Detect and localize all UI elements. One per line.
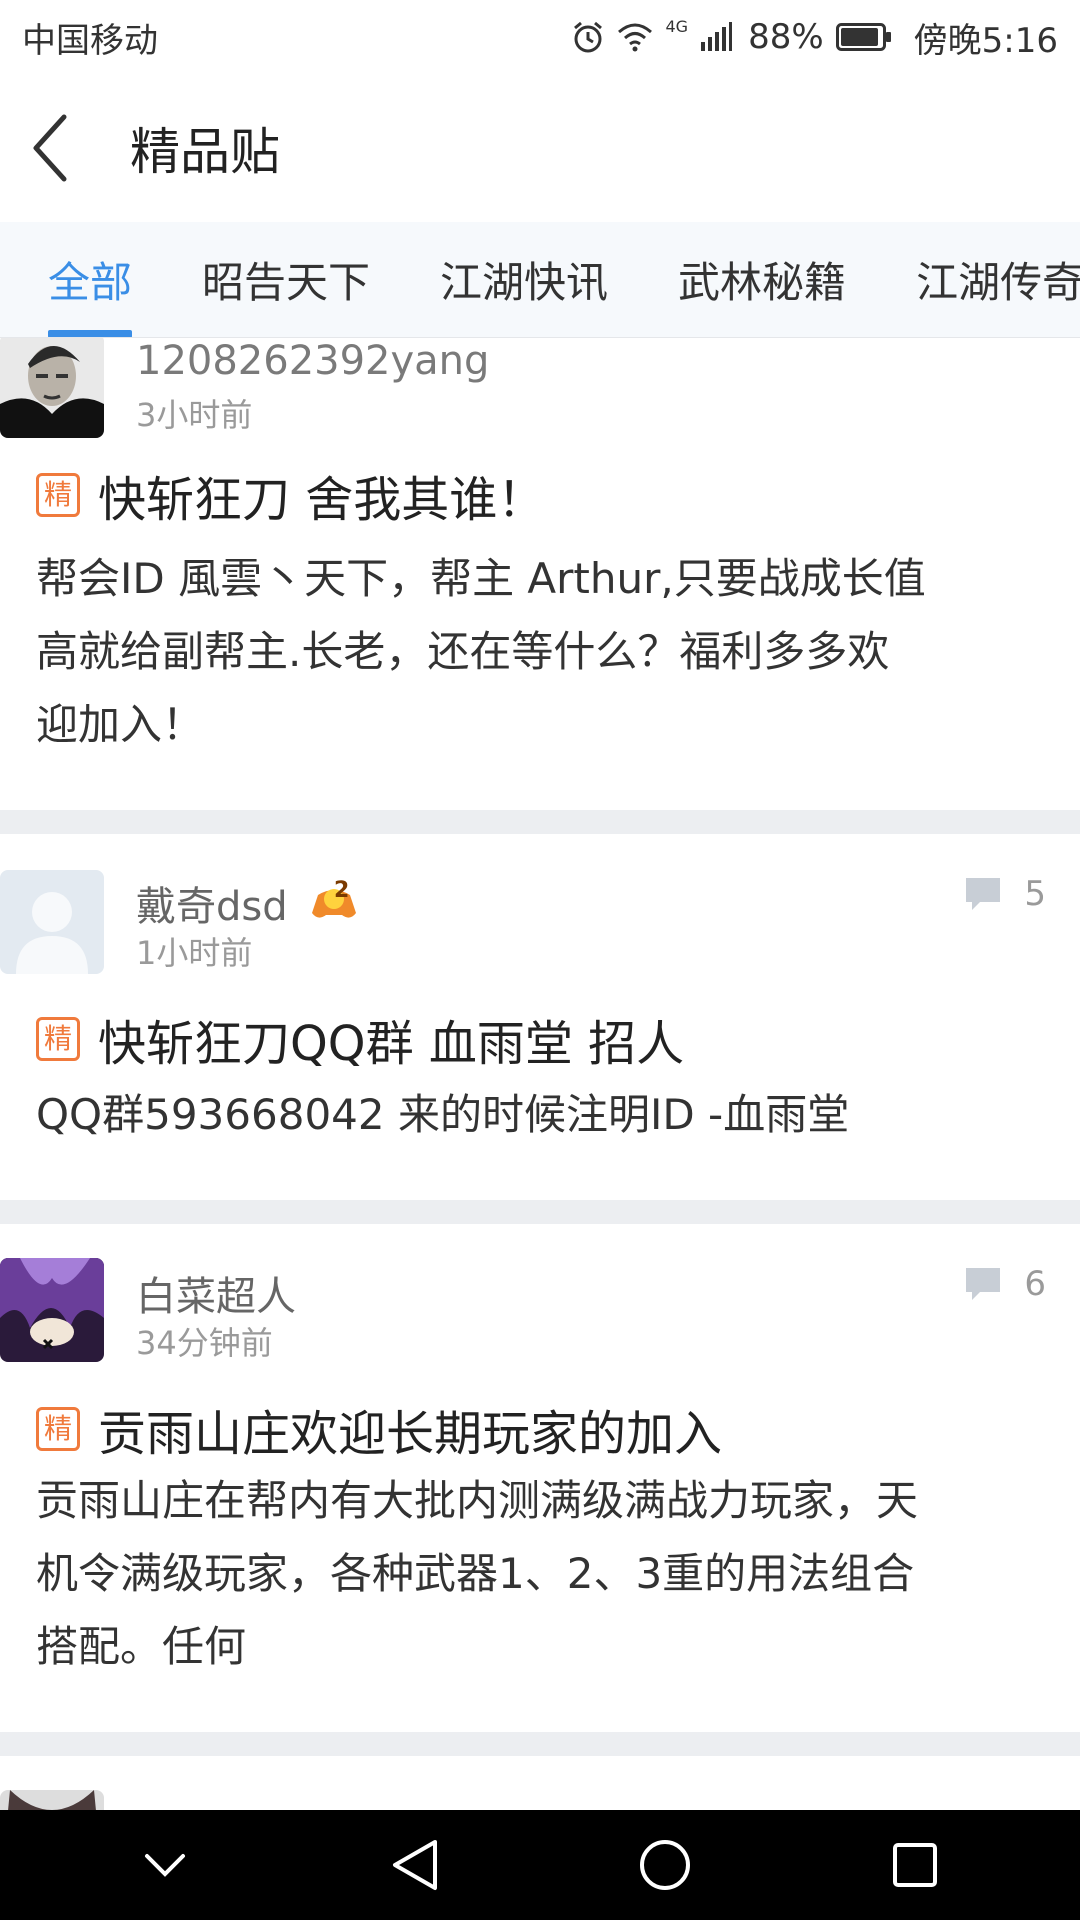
- chevron-down-icon: [145, 1854, 185, 1877]
- divider: [0, 1732, 1080, 1756]
- tab-all[interactable]: 全部: [48, 222, 133, 337]
- tab-label: 全部: [48, 258, 133, 307]
- avatar-image: [0, 1790, 104, 1810]
- post-feed[interactable]: 1208262392yang 3小时前 精 快斩狂刀 舍我其谁！ 帮会ID 風雲…: [0, 338, 1080, 1810]
- comment-icon: [966, 1268, 1001, 1300]
- nav-bar: 精品贴: [0, 74, 1080, 222]
- battery-icon: [835, 23, 891, 51]
- avatar-image: [0, 1258, 104, 1362]
- post-title[interactable]: 精 快斩狂刀QQ群 血雨堂 招人: [36, 1004, 1044, 1074]
- avatar[interactable]: [0, 870, 104, 974]
- comment-count-value: 6: [1024, 1264, 1046, 1304]
- comment-count[interactable]: 5: [964, 874, 1046, 914]
- avatar-image: [0, 338, 104, 438]
- tab-label: 昭告天下: [202, 258, 371, 307]
- tab-legends[interactable]: 江湖传奇: [916, 222, 1080, 337]
- featured-badge: 精: [36, 1407, 80, 1451]
- home-button[interactable]: [605, 1810, 725, 1920]
- carrier-label: 中国移动: [22, 20, 158, 61]
- tab-guides[interactable]: 武林秘籍: [678, 222, 847, 337]
- back-triangle-icon: [393, 1840, 437, 1890]
- author-name: 戴奇dsd: [136, 884, 288, 930]
- excerpt-line: 高就给副帮主.长老，还在等什么？福利多多欢: [36, 627, 890, 676]
- comment-icon: [966, 878, 1001, 910]
- post-excerpt[interactable]: 帮会ID 風雲丶天下，帮主 Arthur,只要战成长值 高就给副帮主.长老，还在…: [36, 542, 1050, 761]
- post-card[interactable]: 白菜超人 34分钟前 6 精 贡雨山庄欢迎长期玩家的加入 贡雨山庄在帮内有大批内…: [0, 1224, 1080, 1732]
- recents-button[interactable]: [855, 1810, 975, 1920]
- post-card[interactable]: 戴奇dsd 2 1小时前 5 精 快斩狂刀QQ群 血雨堂 招人 QQ群59366…: [0, 834, 1080, 1200]
- back-nav-button[interactable]: [355, 1810, 475, 1920]
- tab-news[interactable]: 江湖快讯: [440, 222, 609, 337]
- post-title-text: 快斩狂刀 舍我其谁！: [98, 472, 546, 528]
- default-avatar-icon: [0, 870, 104, 974]
- post-author[interactable]: 白菜超人: [136, 1264, 296, 1322]
- post-card[interactable]: [0, 1756, 1080, 1810]
- post-excerpt[interactable]: QQ群593668042 来的时候注明ID -血雨堂: [36, 1078, 1050, 1151]
- excerpt-line: 迎加入！: [36, 700, 205, 749]
- author-name: 1208262392yang: [136, 338, 490, 384]
- excerpt-line: 帮会ID 風雲丶天下，帮主 Arthur,只要战成长值: [36, 554, 926, 603]
- tab-active-indicator: [48, 329, 133, 337]
- author-name: 白菜超人: [136, 1274, 296, 1320]
- category-tabs: 全部 昭告天下 江湖快讯 武林秘籍 江湖传奇: [0, 222, 1080, 338]
- post-title-text: 贡雨山庄欢迎长期玩家的加入: [98, 1406, 723, 1462]
- excerpt-line: 搭配。任何: [36, 1622, 247, 1671]
- avatar[interactable]: [0, 1790, 104, 1810]
- battery-percent: 88%: [748, 17, 824, 57]
- post-excerpt[interactable]: 贡雨山庄在帮内有大批内测满级满战力玩家，天 机令满级玩家，各种武器1、2、3重的…: [36, 1464, 1050, 1683]
- featured-badge: 精: [36, 1017, 80, 1061]
- post-title-text: 快斩狂刀QQ群 血雨堂 招人: [98, 1016, 685, 1072]
- page-title: 精品贴: [130, 123, 280, 181]
- tab-label: 江湖传奇: [916, 258, 1080, 307]
- status-bar: 中国移动 4G 88% 傍晚5:16: [0, 0, 1080, 74]
- recents-square-icon: [893, 1843, 937, 1887]
- avatar[interactable]: [0, 1258, 104, 1362]
- post-time: 1小时前: [136, 934, 253, 972]
- avatar[interactable]: [0, 338, 104, 438]
- network-type: 4G: [665, 16, 689, 36]
- tab-announcements[interactable]: 昭告天下: [202, 222, 371, 337]
- post-author[interactable]: 戴奇dsd 2: [136, 874, 358, 932]
- wifi-icon: [618, 23, 653, 52]
- divider: [0, 1200, 1080, 1224]
- tab-label: 江湖快讯: [440, 258, 609, 307]
- post-time: 34分钟前: [136, 1324, 273, 1362]
- post-title[interactable]: 精 快斩狂刀 舍我其谁！: [36, 460, 1044, 530]
- featured-badge: 精: [36, 473, 80, 517]
- tab-label: 武林秘籍: [678, 258, 847, 307]
- excerpt-line: 贡雨山庄在帮内有大批内测满级满战力玩家，天: [36, 1476, 919, 1525]
- comment-count[interactable]: 6: [964, 1264, 1046, 1304]
- home-circle-icon: [640, 1840, 690, 1890]
- status-icons: 4G 88% 傍晚5:16: [571, 13, 1058, 62]
- collapse-button[interactable]: [105, 1810, 225, 1920]
- comment-count-value: 5: [1024, 874, 1046, 914]
- divider: [0, 810, 1080, 834]
- clock: 傍晚5:16: [913, 20, 1058, 61]
- back-button[interactable]: [30, 108, 90, 188]
- post-time: 3小时前: [136, 396, 253, 434]
- post-author[interactable]: 1208262392yang: [136, 338, 489, 384]
- level-number: 2: [334, 878, 350, 903]
- alarm-icon: [574, 21, 603, 53]
- signal-icon: [701, 22, 733, 51]
- system-nav-bar: [0, 1810, 1080, 1920]
- chevron-left-icon: [33, 114, 67, 182]
- post-card[interactable]: 1208262392yang 3小时前 精 快斩狂刀 舍我其谁！ 帮会ID 風雲…: [0, 338, 1080, 810]
- excerpt-line: 机令满级玩家，各种武器1、2、3重的用法组合: [36, 1549, 915, 1598]
- excerpt-line: QQ群593668042 来的时候注明ID -血雨堂: [36, 1090, 850, 1139]
- post-title[interactable]: 精 贡雨山庄欢迎长期玩家的加入: [36, 1394, 1044, 1464]
